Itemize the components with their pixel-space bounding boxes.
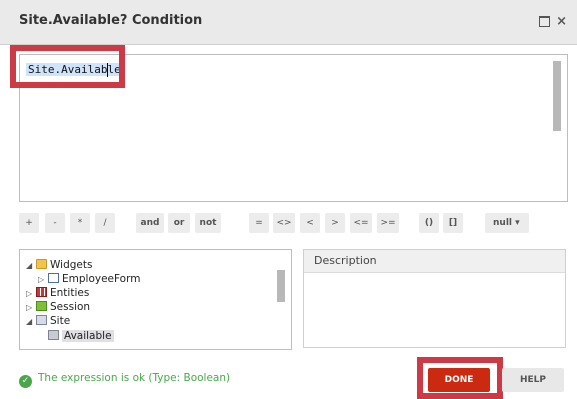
tree-item-site[interactable]: ◢ Site [26,315,70,329]
title-bar: Site.Available? Condition × [0,0,577,45]
operator-minus-button[interactable]: - [45,213,65,233]
entities-icon [36,287,47,297]
folder-icon [36,259,47,269]
dialog-title: Site.Available? Condition [19,13,203,28]
collapse-arrow-icon[interactable]: ▷ [38,275,48,284]
expand-arrow-icon[interactable]: ◢ [26,261,36,270]
operator-less-than-button[interactable]: < [300,213,320,233]
tree-item-label: Entities [50,287,90,299]
tree-item-label: Widgets [50,259,93,271]
condition-dialog: Site.Available? Condition × Site.Availab… [0,0,577,399]
operator-greater-than-button[interactable]: > [325,213,345,233]
tree-scrollbar[interactable] [277,270,285,302]
tree-item-session[interactable]: ▷ Session [26,301,90,315]
operator-not-button[interactable]: not [195,213,221,233]
tree-item-employeeform[interactable]: ▷ EmployeeForm [38,273,140,287]
expand-arrow-icon[interactable]: ◢ [26,317,36,326]
tree-item-label: Available [62,330,114,342]
title-bar-controls: × [539,14,571,29]
collapse-arrow-icon[interactable]: ▷ [26,289,36,298]
editor-scrollbar[interactable] [553,61,561,131]
tree-item-widgets[interactable]: ◢ Widgets [26,259,92,273]
collapse-arrow-icon[interactable]: ▷ [26,303,36,312]
tree-item-label: EmployeeForm [62,273,141,285]
description-header: Description [304,250,565,273]
text-caret [107,63,108,77]
operator-greater-equal-button[interactable]: >= [377,213,399,233]
done-button[interactable]: DONE [428,368,490,392]
operator-plus-button[interactable]: + [19,213,39,233]
operator-and-button[interactable]: and [136,213,164,233]
close-icon[interactable]: × [556,14,571,29]
operator-multiply-button[interactable]: * [70,213,90,233]
status-text: The expression is ok (Type: Boolean) [38,372,231,384]
tree-item-available[interactable]: Available [48,330,114,344]
description-panel: Description [303,249,566,348]
form-icon [48,273,59,283]
scope-tree: ◢ Widgets ▷ EmployeeForm ▷ Entities ▷ Sessio… [19,249,292,350]
operator-divide-button[interactable]: / [95,213,115,233]
maximize-icon[interactable] [539,16,551,27]
check-icon: ✓ [19,375,32,388]
expression-text[interactable]: Site.Available [26,63,123,76]
tree-item-label: Session [50,301,91,313]
operator-brackets-button[interactable]: [] [443,213,463,233]
session-icon [36,301,47,311]
operator-less-equal-button[interactable]: <= [350,213,372,233]
site-icon [36,315,47,325]
operator-not-equal-button[interactable]: <> [273,213,295,233]
variable-icon [48,330,59,340]
operator-equals-button[interactable]: = [249,213,269,233]
operator-or-button[interactable]: or [168,213,190,233]
null-dropdown[interactable]: null ▾ [485,213,529,233]
operator-parentheses-button[interactable]: () [419,213,439,233]
tree-item-entities[interactable]: ▷ Entities [26,287,89,301]
tree-item-label: Site [50,315,71,327]
expression-editor[interactable]: Site.Available [19,54,568,202]
validation-status: ✓ The expression is ok (Type: Boolean) [19,372,230,388]
help-button[interactable]: HELP [502,368,564,392]
